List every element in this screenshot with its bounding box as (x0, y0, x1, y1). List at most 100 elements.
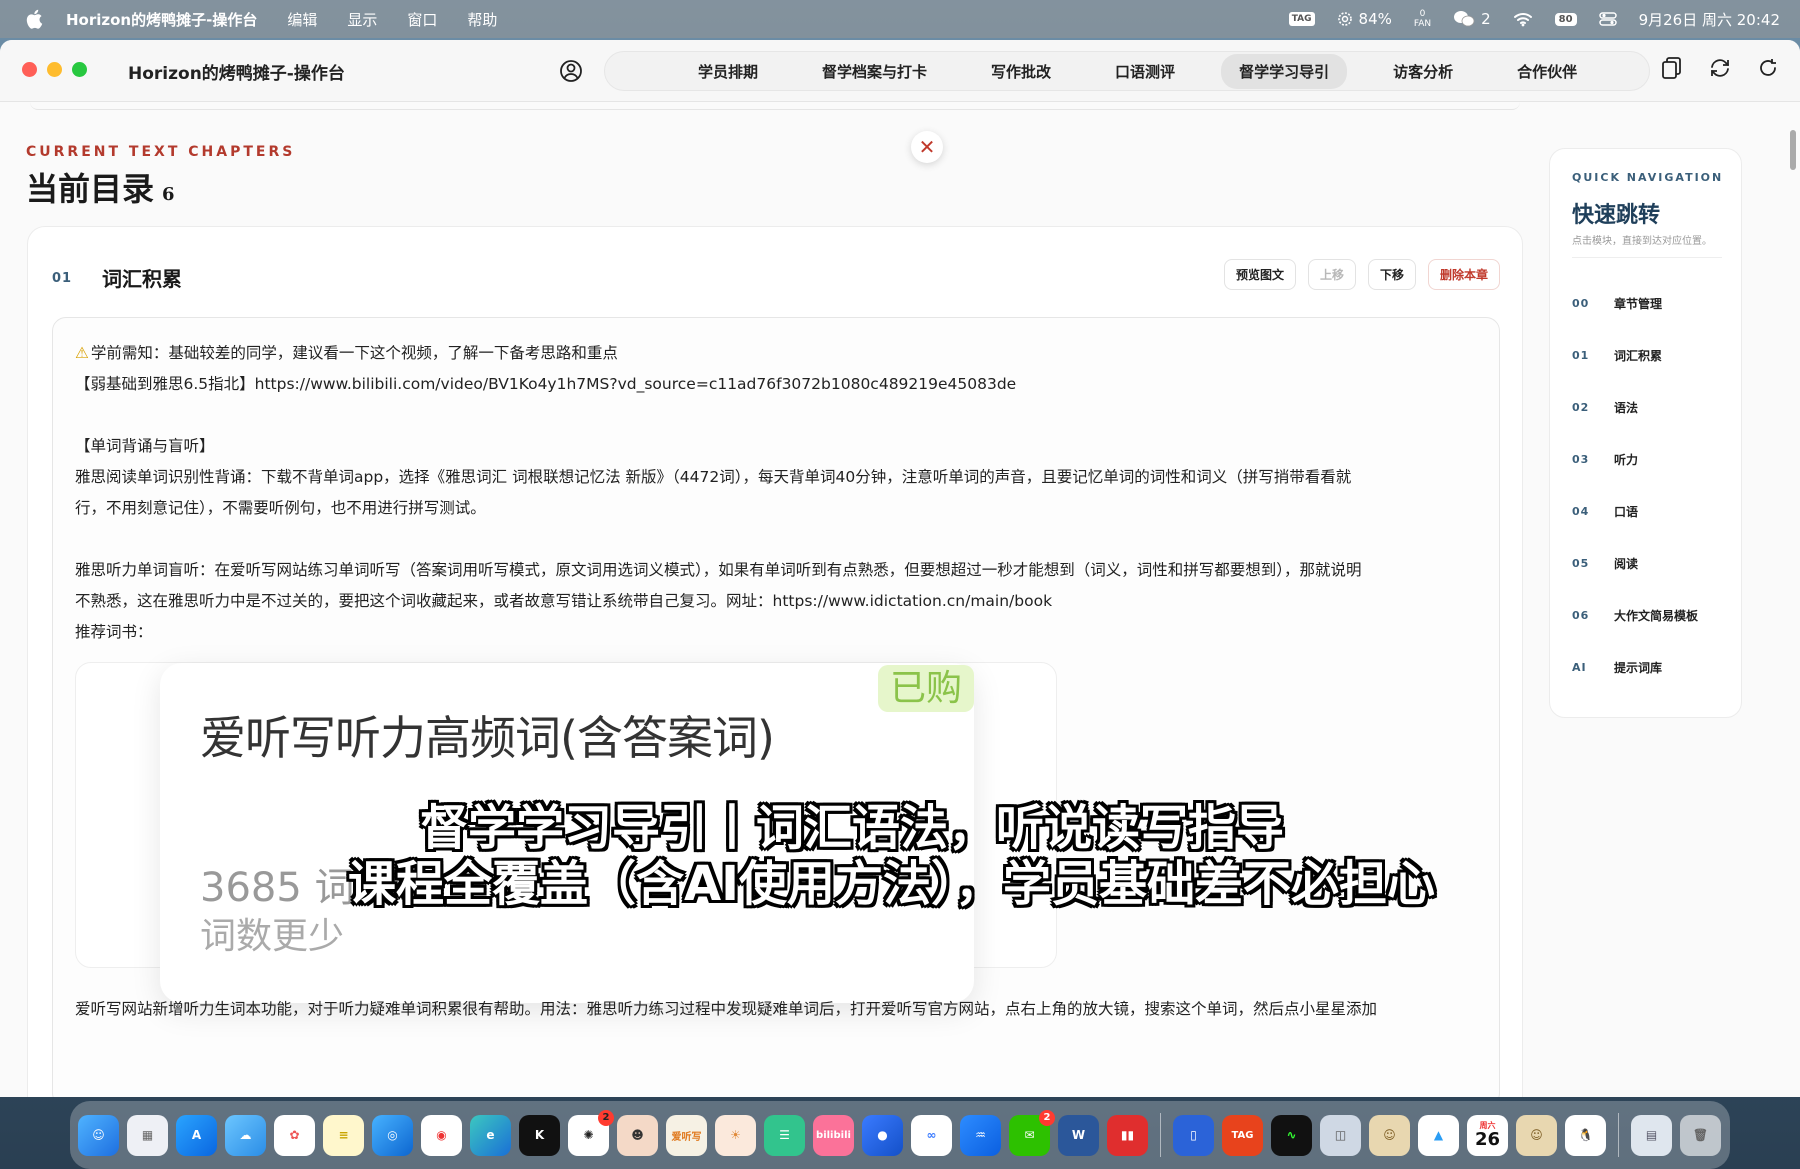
app-menu-name[interactable]: Horizon的烤鸭摊子-操作台 (66, 9, 257, 30)
bilibili-icon[interactable]: bilibili (813, 1114, 854, 1156)
app-store-icon[interactable]: A (176, 1114, 217, 1156)
character-app-2-icon[interactable]: ☺ (1516, 1114, 1557, 1156)
photos-icon[interactable]: ✿ (274, 1114, 315, 1156)
wechat-badge: 2 (1039, 1109, 1055, 1126)
tab-visitor-analysis[interactable]: 访客分析 (1375, 54, 1471, 89)
tag-status-icon[interactable]: TAG (1288, 12, 1315, 26)
menu-help[interactable]: 帮助 (467, 9, 497, 30)
zoom-window-button[interactable] (72, 62, 87, 77)
quick-nav-item-prompt-library[interactable]: AI 提示词库 (1572, 641, 1698, 693)
preview-button[interactable]: 预览图文 (1223, 259, 1296, 290)
tab-student-schedule[interactable]: 学员排期 (680, 54, 776, 89)
sync-icon[interactable] (1706, 54, 1734, 82)
proxy-app-icon[interactable]: ● (862, 1114, 903, 1156)
battery-status[interactable]: 84% (1337, 10, 1392, 28)
page-title-text: 当前目录 (26, 170, 155, 208)
list-app-icon[interactable]: ☰ (764, 1114, 805, 1156)
tab-speaking-evaluation[interactable]: 口语测评 (1097, 54, 1193, 89)
tab-partners[interactable]: 合作伙伴 (1499, 54, 1595, 89)
activity-monitor-icon[interactable]: ∿ (1271, 1114, 1312, 1156)
quick-nav-item-listening[interactable]: 03 听力 (1572, 433, 1698, 485)
maps-icon[interactable]: ▲ (1418, 1114, 1459, 1156)
menu-window[interactable]: 窗口 (407, 9, 437, 30)
chatgpt-icon[interactable]: ✺ 2 (568, 1109, 614, 1156)
bought-tag: 已购 (877, 665, 974, 712)
audio-app-icon[interactable]: ▮▮ (1107, 1114, 1148, 1156)
character-app-icon[interactable]: ☺ (1369, 1114, 1410, 1156)
window-title: Horizon的烤鸭摊子-操作台 (128, 64, 345, 84)
word-icon[interactable]: W (1058, 1114, 1099, 1156)
divider (1572, 257, 1722, 258)
menu-edit[interactable]: 编辑 (287, 9, 317, 30)
book-title: 爱听写听力高频词(含答案词) (200, 711, 775, 765)
battery-percent: 84% (1358, 10, 1392, 28)
scrollbar[interactable] (1790, 130, 1796, 170)
quick-nav-item-speaking[interactable]: 04 口语 (1572, 485, 1698, 537)
dock: ☺ ▦ A ☁ ✿ ≡ ◎ ◉ e K ✺ 2 ☻ 爱听写 ☀ ☰ bilibil… (70, 1101, 1730, 1169)
intro-paragraph: ⚠ 学前需知：基础较差的同学，建议看一下这个视频，了解一下备考思路和重点 【弱基础… (75, 338, 1477, 400)
chrome-icon[interactable]: ◉ (421, 1114, 462, 1156)
page-title: 当前目录 6 (26, 164, 175, 210)
warning-icon: ⚠ (75, 344, 89, 362)
chatgpt-badge: 2 (598, 1109, 614, 1126)
apple-icon[interactable] (24, 9, 44, 29)
quick-nav-item-reading[interactable]: 05 阅读 (1572, 537, 1698, 589)
downloads-folder-icon[interactable]: ▤ (1631, 1114, 1672, 1156)
minimize-window-button[interactable] (47, 62, 62, 77)
baidu-netdisk-icon[interactable]: ∞ (911, 1114, 952, 1156)
lark-icon[interactable]: ♒ (960, 1114, 1001, 1156)
main-nav: 学员排期 督学档案与打卡 写作批改 口语测评 督学学习导引 访客分析 合作伙伴 (604, 51, 1650, 91)
chapter-number: 01 (52, 271, 73, 286)
phone-mirror-icon[interactable]: ▯ (1173, 1114, 1214, 1156)
finder-icon[interactable]: ☺ (78, 1114, 119, 1156)
bubu-app-icon[interactable]: ☀ (715, 1114, 756, 1156)
quick-nav-item-essay-template[interactable]: 06 大作文简易模板 (1572, 589, 1698, 641)
close-icon: ✕ (918, 135, 936, 159)
move-up-button[interactable]: 上移 (1307, 259, 1356, 290)
clock[interactable]: 9月26日 周六 20:42 (1639, 9, 1780, 30)
refresh-icon[interactable] (1754, 54, 1782, 82)
k-app-icon[interactable]: K (519, 1114, 560, 1156)
dock-separator (1618, 1113, 1619, 1157)
user-profile-icon[interactable] (556, 56, 586, 86)
battery-icon[interactable]: 80 (1554, 12, 1577, 26)
subtitle-line-2: 课程全覆盖（含AI使用方法），学员基础差不必担心 (348, 856, 1436, 912)
tab-study-guide[interactable]: 督学学习导引 (1221, 53, 1348, 89)
close-window-button[interactable] (22, 62, 37, 77)
quick-nav-item-grammar[interactable]: 02 语法 (1572, 381, 1698, 433)
safari-icon[interactable]: ◎ (372, 1114, 413, 1156)
fan-status[interactable]: 0 FAN (1414, 9, 1431, 29)
divider (30, 102, 1520, 110)
title-bar: Horizon的烤鸭摊子-操作台 学员排期 督学档案与打卡 写作批改 口语测评 … (0, 40, 1800, 102)
wechat-icon[interactable]: ✉ 2 (1009, 1109, 1055, 1156)
wechat-icon (1454, 11, 1475, 27)
launchpad-icon[interactable]: ▦ (127, 1114, 168, 1156)
edge-icon[interactable]: e (470, 1114, 511, 1156)
aitingxie-icon[interactable]: 爱听写 (666, 1114, 707, 1156)
tag-app-icon[interactable]: TAG (1222, 1114, 1263, 1156)
chapter-content[interactable]: ⚠ 学前需知：基础较差的同学，建议看一下这个视频，了解一下备考思路和重点 【弱基础… (52, 317, 1500, 1097)
delete-chapter-button[interactable]: 删除本章 (1427, 259, 1500, 290)
wifi-icon[interactable] (1513, 11, 1533, 27)
quick-nav-item-vocabulary[interactable]: 01 词汇积累 (1572, 329, 1698, 381)
notes-icon[interactable]: ≡ (323, 1114, 364, 1156)
wechat-status[interactable]: 2 (1453, 10, 1491, 28)
remove-image-button[interactable]: ✕ (911, 131, 943, 163)
chapter-title: 词汇积累 (102, 267, 182, 291)
copy-icon[interactable] (1658, 54, 1686, 82)
avatar-app-icon[interactable]: ☻ (617, 1114, 658, 1156)
preview-icon[interactable]: ◫ (1320, 1114, 1361, 1156)
icloud-icon[interactable]: ☁ (225, 1114, 266, 1156)
qq-icon[interactable]: 🐧 (1565, 1114, 1606, 1156)
gear-icon (1337, 12, 1352, 26)
quick-nav-item-chapter-manage[interactable]: 00 章节管理 (1572, 277, 1698, 329)
tab-supervision-records[interactable]: 督学档案与打卡 (804, 54, 945, 89)
calendar-icon[interactable]: 周六 26 (1467, 1114, 1508, 1156)
move-down-button[interactable]: 下移 (1367, 259, 1416, 290)
quick-nav-list: 00 章节管理 01 词汇积累 02 语法 03 听力 04 口语 05 阅读 06 大作文简… (1572, 277, 1698, 693)
section-kicker: CURRENT TEXT CHAPTERS (26, 144, 296, 160)
menu-view[interactable]: 显示 (347, 9, 377, 30)
control-center-icon[interactable] (1598, 11, 1617, 27)
tab-writing-correction[interactable]: 写作批改 (973, 54, 1069, 89)
trash-icon[interactable]: 🗑 (1680, 1114, 1721, 1156)
